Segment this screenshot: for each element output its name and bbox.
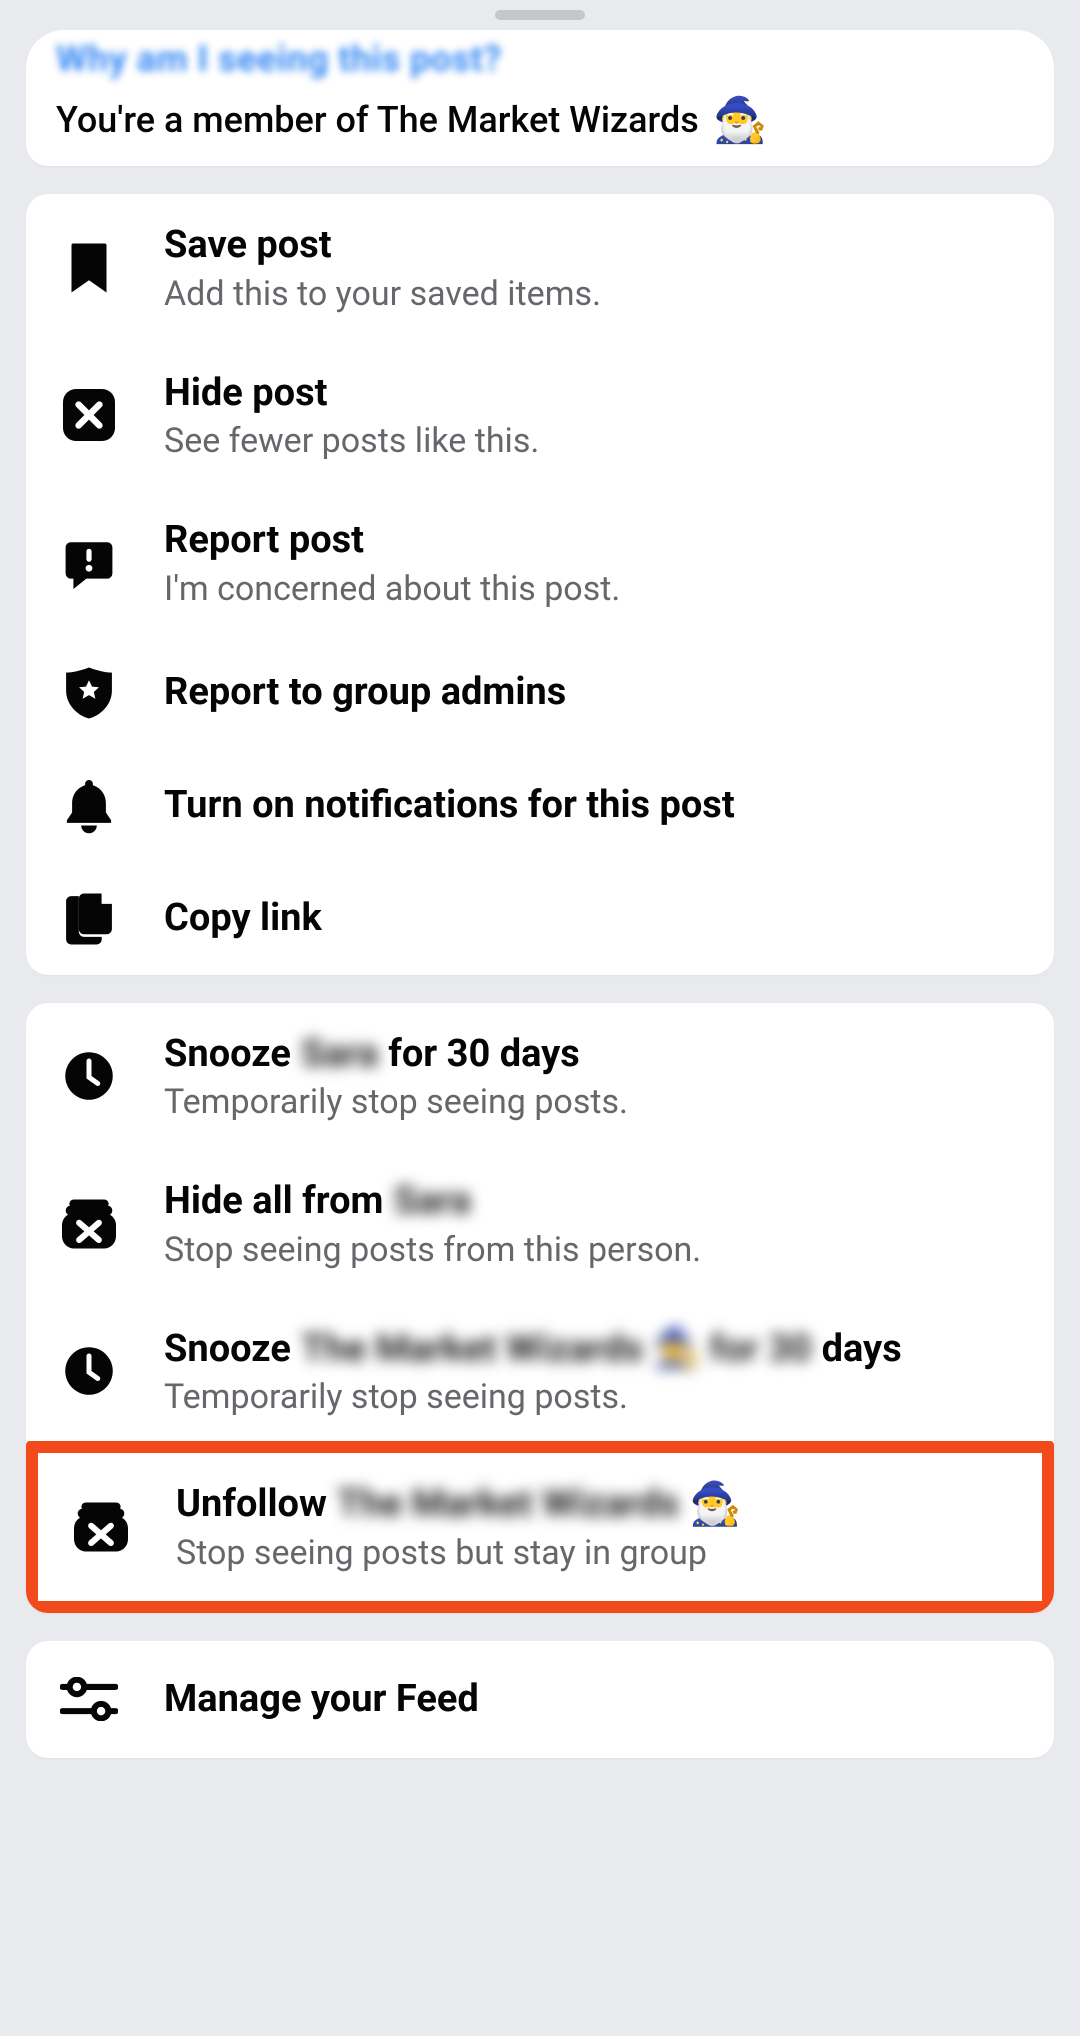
- post-actions-card: Save post Add this to your saved items. …: [26, 194, 1054, 975]
- manage-feed-title: Manage your Feed: [164, 1675, 1012, 1724]
- unfollow-group-title: Unfollow The Market Wizards 🧙‍♂️: [176, 1481, 1000, 1529]
- bell-icon: [54, 777, 124, 835]
- copy-link-title: Copy link: [164, 894, 1012, 943]
- save-post-title: Save post: [164, 222, 1012, 270]
- bookmark-icon: [54, 240, 124, 296]
- x-box-icon: [54, 389, 124, 441]
- snooze-person-row[interactable]: Snooze Sara for 30 days Temporarily stop…: [26, 1003, 1054, 1151]
- save-post-sub: Add this to your saved items.: [164, 274, 1012, 314]
- report-admins-title: Report to group admins: [164, 668, 1012, 717]
- manage-feed-card: Manage your Feed: [26, 1641, 1054, 1758]
- snooze-group-row[interactable]: Snooze The Market Wizards 🧙 for 30 days …: [26, 1298, 1054, 1446]
- save-post-row[interactable]: Save post Add this to your saved items.: [26, 194, 1054, 342]
- shield-star-icon: [54, 665, 124, 721]
- why-seeing-link[interactable]: Why am I seeing this post?: [56, 38, 1024, 80]
- wizard-icon: 🧙‍♂️: [689, 1484, 741, 1526]
- stack-x-icon: [54, 1197, 124, 1251]
- hide-all-person-row[interactable]: Hide all from Sara Stop seeing posts fro…: [26, 1150, 1054, 1298]
- hide-post-row[interactable]: Hide post See fewer posts like this.: [26, 342, 1054, 490]
- manage-feed-row[interactable]: Manage your Feed: [26, 1641, 1054, 1758]
- sheet-handle[interactable]: [26, 0, 1054, 20]
- hide-post-title: Hide post: [164, 370, 1012, 418]
- sliders-icon: [54, 1677, 124, 1721]
- unfollow-group-row[interactable]: Unfollow The Market Wizards 🧙‍♂️ Stop se…: [38, 1453, 1042, 1601]
- notifications-row[interactable]: Turn on notifications for this post: [26, 749, 1054, 863]
- copy-icon: [54, 891, 124, 947]
- unfollow-highlight: Unfollow The Market Wizards 🧙‍♂️ Stop se…: [26, 1441, 1054, 1613]
- hide-all-person-title: Hide all from Sara: [164, 1178, 1012, 1226]
- snooze-group-title: Snooze The Market Wizards 🧙 for 30 days: [164, 1326, 1012, 1374]
- copy-link-row[interactable]: Copy link: [26, 863, 1054, 975]
- member-text: You're a member of The Market Wizards: [56, 99, 699, 141]
- report-post-row[interactable]: Report post I'm concerned about this pos…: [26, 489, 1054, 637]
- snooze-person-sub: Temporarily stop seeing posts.: [164, 1082, 1012, 1122]
- unfollow-group-sub: Stop seeing posts but stay in group: [176, 1533, 1000, 1573]
- hide-all-person-sub: Stop seeing posts from this person.: [164, 1230, 1012, 1270]
- member-of-group-row: You're a member of The Market Wizards 🧙‍…: [56, 98, 1024, 142]
- report-admins-row[interactable]: Report to group admins: [26, 637, 1054, 749]
- source-controls-card: Snooze Sara for 30 days Temporarily stop…: [26, 1003, 1054, 1613]
- snooze-group-sub: Temporarily stop seeing posts.: [164, 1377, 1012, 1417]
- snooze-person-title: Snooze Sara for 30 days: [164, 1031, 1012, 1079]
- hide-post-sub: See fewer posts like this.: [164, 421, 1012, 461]
- notifications-title: Turn on notifications for this post: [164, 781, 1012, 830]
- clock-icon: [54, 1051, 124, 1101]
- stack-x-icon: [66, 1500, 136, 1554]
- report-post-sub: I'm concerned about this post.: [164, 569, 1012, 609]
- context-card: Why am I seeing this post? You're a memb…: [26, 30, 1054, 166]
- report-post-title: Report post: [164, 517, 1012, 565]
- report-icon: [54, 537, 124, 589]
- clock-icon: [54, 1346, 124, 1396]
- wizard-icon: 🧙‍♂️: [713, 98, 768, 142]
